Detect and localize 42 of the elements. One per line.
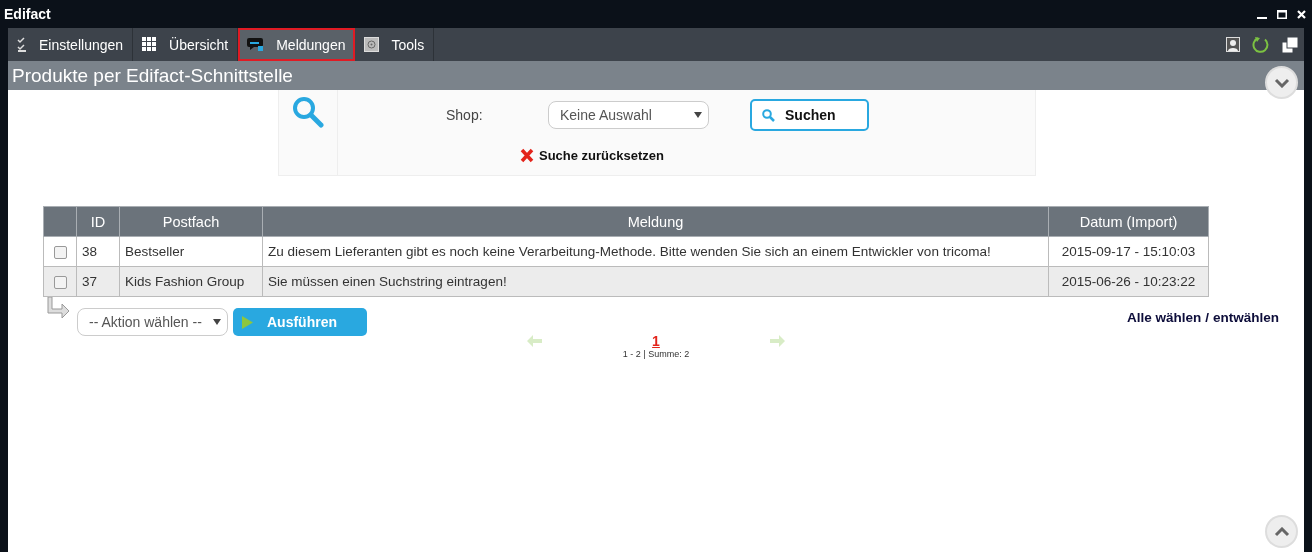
windows-icon[interactable]: [1282, 36, 1298, 53]
table-cell: 2015-09-17 - 15:10:03: [1048, 236, 1209, 267]
refresh-icon[interactable]: [1252, 35, 1270, 54]
separator: /: [1205, 310, 1209, 325]
deselect-all-link[interactable]: entwählen: [1213, 310, 1279, 325]
row-checkbox[interactable]: [53, 275, 67, 289]
caret-icon: [213, 319, 221, 325]
table-cell: Kids Fashion Group: [119, 266, 263, 297]
cross-icon: [520, 148, 534, 163]
menu-tab[interactable]: Meldungen: [238, 28, 356, 61]
caret-icon: [694, 112, 702, 118]
column-header: ID: [76, 206, 120, 237]
maximize-icon[interactable]: [1277, 9, 1287, 19]
window-title: Edifact: [4, 6, 51, 22]
select-all-link[interactable]: Alle wählen: [1126, 310, 1202, 325]
shop-label: Shop:: [446, 107, 484, 123]
search-icon: [292, 96, 324, 128]
reset-search-link[interactable]: Suche zurücksetzen: [520, 148, 664, 163]
column-header: Datum (Import): [1048, 206, 1209, 237]
chat-icon: [247, 37, 265, 52]
page-number[interactable]: 1: [652, 333, 660, 349]
search-icon: [762, 108, 775, 122]
column-header: Meldung: [262, 206, 1049, 237]
shop-select[interactable]: Keine Auswahl: [548, 101, 709, 129]
action-select[interactable]: -- Aktion wählen --: [77, 308, 228, 336]
user-icon[interactable]: [1226, 37, 1240, 52]
table-cell: 2015-06-26 - 10:23:22: [1048, 266, 1209, 297]
page-title: Produkte per Edifact-Schnittstelle: [8, 61, 1304, 90]
checklist-icon: [17, 36, 27, 53]
table-cell: Bestseller: [119, 236, 263, 267]
column-header: Postfach: [119, 206, 263, 237]
play-icon: [242, 315, 253, 329]
table-cell: Sie müssen einen Suchstring eintragen!: [262, 266, 1049, 297]
row-checkbox[interactable]: [53, 245, 67, 259]
close-icon[interactable]: [1297, 9, 1306, 19]
search-button[interactable]: Suchen: [750, 99, 869, 131]
table-cell: Zu diesem Lieferanten gibt es noch keine Verarbeitung-Methode. Bitte wenden Sie sich an einem Entwickler von tricoma!: [262, 236, 1049, 267]
bent-arrow-icon: [45, 297, 71, 321]
page-summary: 1 - 2 | Summe: 2: [622, 349, 690, 359]
chevron-up-icon: [1273, 526, 1290, 537]
chevron-down-icon: [1273, 77, 1290, 88]
grid-icon: [142, 37, 158, 52]
